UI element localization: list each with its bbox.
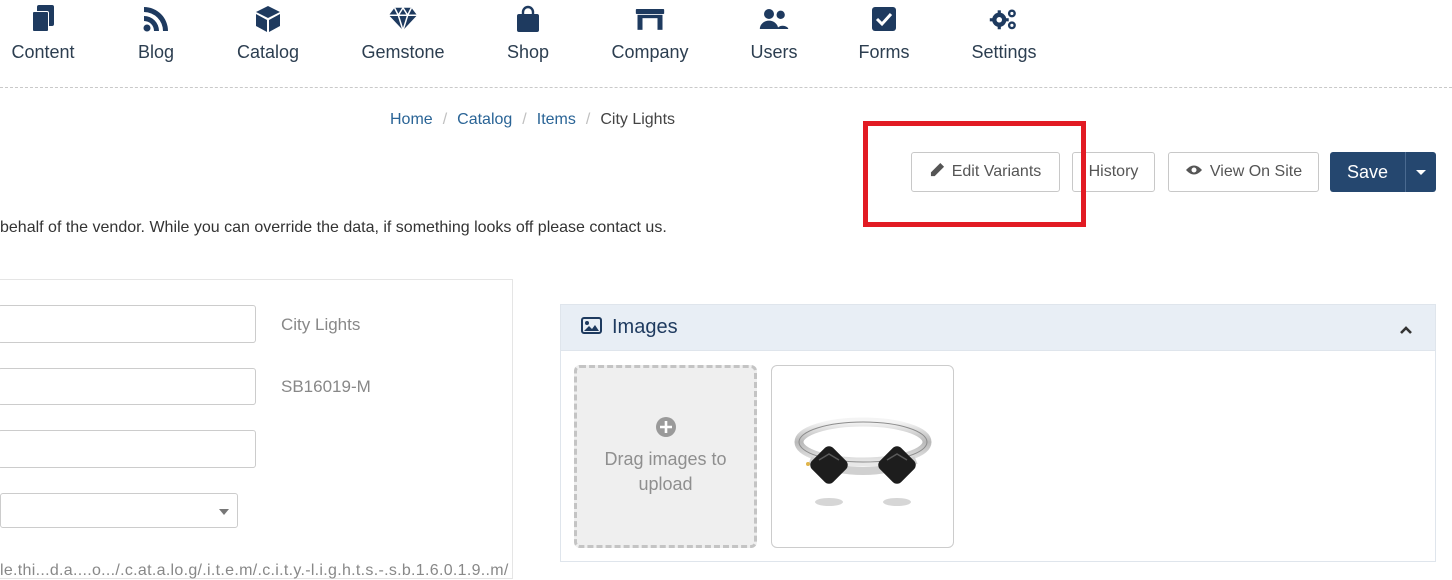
select-dropdown[interactable] [0, 493, 238, 528]
chevron-up-icon[interactable] [1399, 322, 1413, 340]
image-dropzone[interactable]: Drag images to upload [574, 365, 757, 548]
nav-label: Gemstone [361, 42, 445, 62]
images-panel: Images Drag images to upload [560, 304, 1436, 562]
eye-icon [1185, 163, 1210, 181]
gears-icon [989, 4, 1019, 34]
nav-item-users[interactable]: Users [745, 0, 803, 86]
edit-variants-label: Edit Variants [951, 163, 1042, 180]
breadcrumb-items[interactable]: Items [537, 111, 576, 129]
vendor-notice: behalf of the vendor. While you can over… [0, 219, 667, 236]
nav-item-forms[interactable]: Forms [855, 0, 913, 86]
text-field[interactable] [0, 430, 256, 468]
nav-label: Content [11, 42, 75, 62]
storefront-icon [635, 4, 665, 34]
caret-down-icon [1416, 169, 1426, 175]
nav-item-catalog[interactable]: Catalog [232, 0, 304, 86]
images-panel-title: Images [612, 316, 678, 338]
breadcrumb-separator: / [585, 111, 591, 128]
breadcrumb: Home / Catalog / Items / City Lights [390, 111, 675, 129]
pencil-icon [930, 162, 952, 182]
save-button[interactable]: Save [1330, 152, 1405, 192]
edit-variants-button[interactable]: Edit Variants [911, 152, 1060, 192]
breadcrumb-separator: / [442, 111, 448, 128]
breadcrumb-separator: / [522, 111, 527, 128]
sku-hint: SB16019-M [281, 377, 371, 396]
plus-circle-icon [655, 416, 677, 443]
nav-label: Blog [137, 42, 175, 62]
view-on-site-label: View On Site [1209, 163, 1303, 180]
nav-item-gemstone[interactable]: Gemstone [358, 0, 448, 86]
nav-label: Company [611, 42, 689, 62]
name-hint: City Lights [281, 315, 361, 334]
nav-label: Forms [858, 42, 910, 62]
nav-label: Shop [506, 42, 550, 62]
ring-image [794, 417, 931, 506]
nav-label: Catalog [236, 42, 300, 62]
nav-item-settings[interactable]: Settings [967, 0, 1041, 86]
nav-item-shop[interactable]: Shop [500, 0, 556, 86]
breadcrumb-catalog[interactable]: Catalog [457, 111, 512, 129]
product-image-thumbnail[interactable] [771, 365, 954, 548]
history-label: History [1088, 163, 1139, 180]
breadcrumb-current: City Lights [600, 111, 676, 128]
nav-label: Settings [971, 42, 1037, 62]
images-panel-header[interactable]: Images [561, 305, 1435, 351]
history-button[interactable]: History [1072, 152, 1155, 192]
cube-icon [253, 4, 283, 34]
content-icon [28, 4, 58, 34]
save-options-dropdown[interactable] [1405, 152, 1436, 192]
checkbox-icon [869, 4, 899, 34]
image-icon [581, 316, 602, 339]
breadcrumb-home[interactable]: Home [390, 111, 433, 129]
top-nav: Content Blog Catalog Gemstone Shop Compa… [0, 0, 1452, 88]
shopping-bag-icon [513, 4, 543, 34]
nav-item-blog[interactable]: Blog [130, 0, 182, 86]
nav-label: Users [750, 42, 798, 62]
chevron-down-icon [219, 509, 229, 515]
view-on-site-button[interactable]: View On Site [1168, 152, 1319, 192]
users-icon [759, 4, 789, 34]
save-button-group: Save [1330, 152, 1436, 192]
name-field[interactable] [0, 305, 256, 343]
diamond-icon [388, 4, 418, 34]
dropzone-text: Drag images to upload [604, 449, 727, 494]
sku-field[interactable] [0, 368, 256, 405]
rss-icon [141, 4, 171, 34]
url-slug-text: le.thi...d.a....o.../.c.at.a.lo.g/.i.t.e… [0, 562, 509, 579]
nav-item-company[interactable]: Company [605, 0, 695, 86]
nav-item-content[interactable]: Content [10, 0, 76, 86]
